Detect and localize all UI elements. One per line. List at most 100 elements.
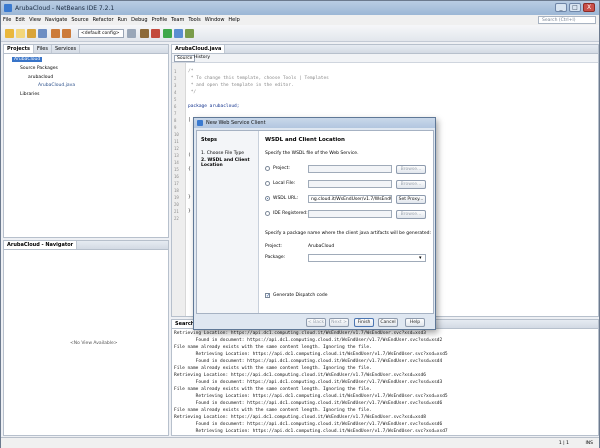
minimize-button[interactable]: _: [555, 3, 567, 12]
menu-navigate[interactable]: Navigate: [45, 17, 67, 23]
line-number: 21: [174, 209, 179, 214]
tab-files[interactable]: Files: [34, 45, 52, 53]
line-number: 7: [174, 111, 177, 116]
browse-ide-button[interactable]: Browse...: [396, 210, 426, 219]
tab-history[interactable]: History: [192, 55, 212, 60]
projects-tabstrip: Projects Files Services: [4, 45, 168, 54]
undo-icon[interactable]: [51, 29, 60, 38]
menu-bar: File Edit View Navigate Source Refactor …: [1, 15, 599, 25]
output-line: Retrieving Location: https://api.dc1.com…: [174, 429, 448, 434]
open-project-icon[interactable]: [27, 29, 36, 38]
tree-node-package[interactable]: arubacloud: [28, 75, 53, 80]
package-instruction: Specify a package name where the client …: [265, 231, 431, 236]
browse-project-button[interactable]: Browse...: [396, 165, 426, 174]
code-line[interactable]: * and open the template in the editor.: [188, 83, 294, 88]
menu-tools[interactable]: Tools: [188, 17, 200, 23]
line-number: 19: [174, 195, 179, 200]
menu-view[interactable]: View: [29, 17, 41, 23]
line-number: 1: [174, 69, 177, 74]
menu-profile[interactable]: Profile: [152, 17, 168, 23]
tree-node-project[interactable]: ArubaCloud: [12, 57, 43, 62]
output-line: File name already exists with the same c…: [174, 408, 372, 413]
line-number: 15: [174, 167, 179, 172]
line-number: 17: [174, 181, 179, 186]
project-field: [308, 165, 392, 173]
tab-projects[interactable]: Projects: [4, 45, 35, 53]
dialog-body: Steps 1. Choose File Type 2. WSDL and Cl…: [196, 130, 434, 314]
menu-refactor[interactable]: Refactor: [93, 17, 114, 23]
cancel-button[interactable]: Cancel: [378, 318, 398, 327]
help-button[interactable]: Help: [405, 318, 425, 327]
run-icon[interactable]: [163, 29, 172, 38]
project-label: Project:: [265, 244, 282, 249]
window-controls: _ □ X: [555, 3, 595, 12]
clean-build-icon[interactable]: [151, 29, 160, 38]
menu-window[interactable]: Window: [205, 17, 225, 23]
set-proxy-button[interactable]: Set Proxy...: [396, 195, 426, 204]
tab-services[interactable]: Services: [52, 45, 81, 53]
menu-source[interactable]: Source: [71, 17, 88, 23]
menu-help[interactable]: Help: [228, 17, 239, 23]
profile-icon[interactable]: [185, 29, 194, 38]
output-line: Retrieving Location: https://api.dc1.com…: [174, 331, 426, 336]
menu-team[interactable]: Team: [171, 17, 184, 23]
back-button[interactable]: < Back: [306, 318, 326, 327]
menu-file[interactable]: File: [3, 17, 11, 23]
next-button[interactable]: Next >: [329, 318, 349, 327]
build-icon[interactable]: [140, 29, 149, 38]
search-input[interactable]: Search (Ctrl+I): [538, 16, 596, 24]
debug-icon[interactable]: [174, 29, 183, 38]
tab-navigator[interactable]: ArubaCloud - Navigator: [4, 241, 78, 249]
fold-marker: }: [188, 209, 191, 214]
output-line: File name already exists with the same c…: [174, 345, 372, 350]
save-all-icon[interactable]: [38, 29, 47, 38]
tree-node-source-packages[interactable]: Source Packages: [20, 66, 58, 71]
redo-icon[interactable]: [62, 29, 71, 38]
new-project-icon[interactable]: [5, 29, 14, 38]
code-line[interactable]: package arubacloud;: [188, 104, 239, 109]
line-number: 14: [174, 160, 179, 165]
menu-run[interactable]: Run: [118, 17, 128, 23]
tab-java-file[interactable]: ArubaCloud.java: [172, 45, 226, 53]
status-bar: 1 | 1 INS: [1, 437, 599, 448]
line-number: 13: [174, 153, 179, 158]
line-number: 8: [174, 118, 177, 123]
radio-project[interactable]: [265, 166, 270, 171]
dialog-title: New Web Service Client: [194, 118, 435, 128]
browse-local-button[interactable]: Browse...: [396, 180, 426, 189]
radio-local-file[interactable]: [265, 181, 270, 186]
config-select[interactable]: <default config>: [78, 29, 124, 38]
code-line[interactable]: * To change this template, choose Tools …: [188, 76, 329, 81]
chevron-down-icon[interactable]: ▾: [419, 255, 422, 261]
window-title: ArubaCloud - NetBeans IDE 7.2.1: [15, 4, 115, 12]
maximize-button[interactable]: □: [569, 3, 581, 12]
code-line[interactable]: */: [188, 90, 196, 95]
navigator-panel: ArubaCloud - Navigator <No View Availabl…: [3, 240, 169, 436]
wsdl-url-input[interactable]: ng.cloud.it/WsEndUser/v1.7/WsEndUser.svc…: [308, 195, 392, 203]
line-number: 10: [174, 132, 179, 137]
menu-edit[interactable]: Edit: [15, 17, 25, 23]
fold-marker: [: [188, 118, 191, 123]
package-combobox[interactable]: [308, 254, 426, 262]
tree-node-java-file[interactable]: ArubaCloud.java: [38, 83, 75, 88]
output-line: Retrieving Location: https://api.dc1.com…: [174, 373, 426, 378]
output-line: Found in document: https://api.dc1.compu…: [174, 359, 443, 364]
menu-debug[interactable]: Debug: [131, 17, 147, 23]
close-button[interactable]: X: [583, 3, 595, 12]
radio-wsdl-url[interactable]: [265, 196, 270, 201]
code-line[interactable]: /*: [188, 69, 193, 74]
radio-ide-registered[interactable]: [265, 211, 270, 216]
generate-dispatch-checkbox[interactable]: ✓: [265, 293, 270, 299]
navigator-empty-text: <No View Available>: [70, 341, 118, 346]
line-number: 18: [174, 188, 179, 193]
new-file-icon[interactable]: [16, 29, 25, 38]
generate-dispatch-label: Generate Dispatch code: [273, 293, 328, 298]
output-line: File name already exists with the same c…: [174, 366, 372, 371]
line-number: 22: [174, 216, 179, 221]
finish-button[interactable]: Finish: [354, 318, 374, 327]
package-label: Package:: [265, 255, 286, 260]
tree-node-libraries[interactable]: Libraries: [20, 92, 39, 97]
step-1: 1. Choose File Type: [201, 151, 245, 156]
config-dropdown-icon[interactable]: [127, 29, 136, 38]
steps-panel: Steps 1. Choose File Type 2. WSDL and Cl…: [197, 131, 259, 313]
